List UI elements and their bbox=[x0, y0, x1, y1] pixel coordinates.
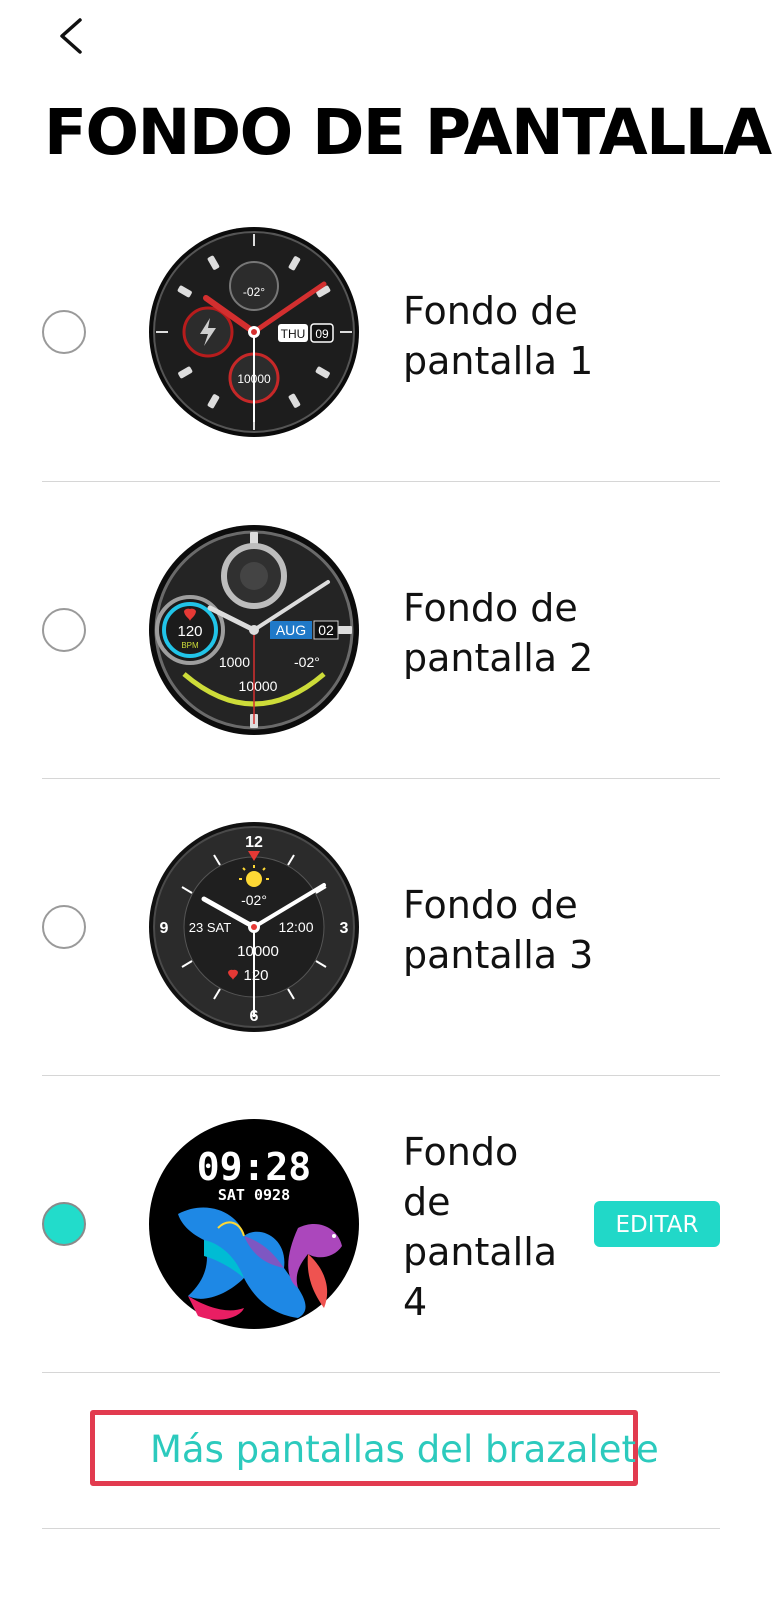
dial4-date: SAT 0928 bbox=[218, 1186, 290, 1204]
divider bbox=[42, 1528, 720, 1529]
dial2-steps: 10000 bbox=[239, 678, 278, 694]
wallpaper-option-2[interactable]: 120 BPM AUG 02 1000 -02° 10000 Fondo de … bbox=[42, 481, 720, 778]
page-title: FONDO DE PANTALLA bbox=[44, 96, 772, 169]
dial2-temp: -02° bbox=[294, 654, 320, 670]
radio-wallpaper-2[interactable] bbox=[42, 608, 86, 652]
svg-text:3: 3 bbox=[340, 920, 349, 937]
wallpaper-label-4: Fondo de pantalla 4 bbox=[403, 1130, 558, 1324]
divider bbox=[42, 1372, 720, 1373]
edit-button[interactable]: EDITAR bbox=[594, 1201, 720, 1247]
dial3-date: 23 SAT bbox=[189, 920, 231, 935]
dial1-day: 09 bbox=[315, 327, 329, 341]
watch-face-1-thumbnail: -02° 10000 THU 09 bbox=[148, 226, 360, 438]
dial2-heart-rate: 120 bbox=[177, 623, 202, 640]
dial4-time: 09:28 bbox=[197, 1145, 311, 1189]
dial3-temp: -02° bbox=[241, 892, 267, 908]
svg-text:12: 12 bbox=[245, 834, 263, 851]
dial3-heart-rate: 120 bbox=[243, 967, 268, 984]
dial1-weekday: THU bbox=[281, 327, 306, 341]
dial2-month: AUG bbox=[276, 622, 306, 638]
radio-wallpaper-1[interactable] bbox=[42, 310, 86, 354]
wallpaper-option-4[interactable]: 09:28 SAT 0928 Fondo de pantalla 4 EDITA… bbox=[42, 1075, 720, 1372]
wallpaper-option-1[interactable]: -02° 10000 THU 09 Fondo de pantalla 1 bbox=[42, 184, 720, 481]
svg-text:9: 9 bbox=[160, 920, 169, 937]
dial3-time: 12:00 bbox=[278, 919, 313, 935]
wallpaper-option-3[interactable]: 12 3 6 9 -02° 23 SAT 12:00 10000 bbox=[42, 778, 720, 1075]
watch-face-3-thumbnail: 12 3 6 9 -02° 23 SAT 12:00 10000 bbox=[148, 821, 360, 1033]
more-bracelet-screens-link[interactable]: Más pantallas del brazalete bbox=[150, 1428, 659, 1471]
chevron-left-icon bbox=[60, 18, 82, 54]
dial2-heart-unit: BPM bbox=[181, 641, 199, 650]
back-button[interactable] bbox=[52, 14, 96, 58]
watch-face-2-thumbnail: 120 BPM AUG 02 1000 -02° 10000 bbox=[148, 524, 360, 736]
wallpaper-label-1: Fondo de pantalla 1 bbox=[403, 289, 594, 383]
radio-wallpaper-4[interactable] bbox=[42, 1202, 86, 1246]
dial1-temp: -02° bbox=[243, 285, 265, 299]
wallpaper-label-3: Fondo de pantalla 3 bbox=[403, 883, 594, 977]
watch-face-4-thumbnail: 09:28 SAT 0928 bbox=[148, 1118, 360, 1330]
radio-wallpaper-3[interactable] bbox=[42, 905, 86, 949]
dial2-day: 02 bbox=[318, 622, 334, 638]
dial2-calories: 1000 bbox=[219, 654, 250, 670]
dial3-steps: 10000 bbox=[237, 943, 279, 960]
wallpaper-label-2: Fondo de pantalla 2 bbox=[403, 586, 594, 680]
